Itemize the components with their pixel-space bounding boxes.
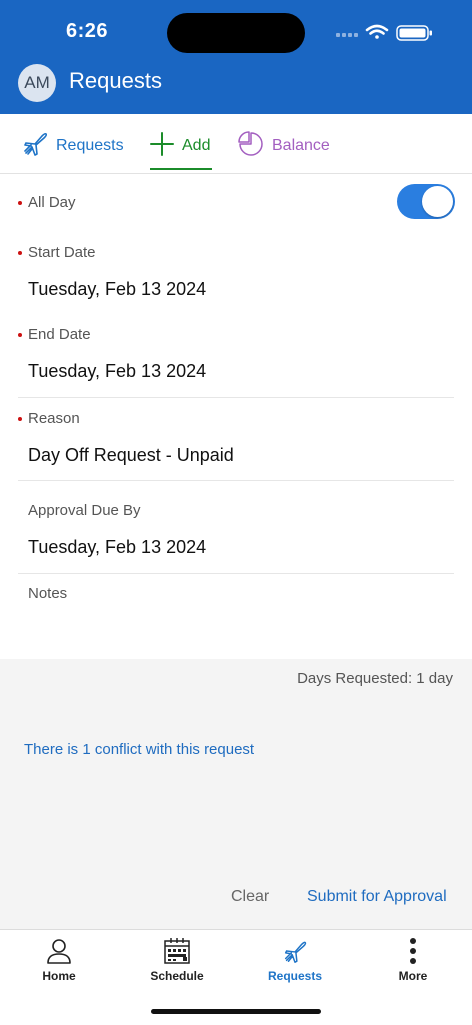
notes-input[interactable] [18, 606, 454, 654]
divider [18, 573, 454, 574]
signal-icon [336, 33, 358, 37]
plus-icon [150, 128, 174, 158]
tab-bar: Requests Add Balance [0, 114, 472, 174]
app-header: 6:26 AM Requests [0, 0, 472, 114]
tab-requests-label: Requests [56, 137, 124, 154]
days-requested: Days Requested: 1 day [297, 670, 453, 687]
all-day-label: All Day [28, 194, 76, 211]
airplane-icon [236, 937, 354, 965]
clear-button[interactable]: Clear [231, 888, 269, 906]
nav-more[interactable]: More [354, 930, 472, 990]
required-indicator [18, 333, 22, 337]
approval-due-field[interactable]: Tuesday, Feb 13 2024 [28, 537, 206, 558]
status-time: 6:26 [66, 20, 109, 42]
tab-add[interactable]: Add [150, 128, 212, 172]
battery-icon [396, 25, 432, 41]
submit-for-approval-button[interactable]: Submit for Approval [307, 888, 447, 906]
home-indicator [151, 1009, 321, 1014]
required-indicator [18, 201, 22, 205]
nav-schedule-label: Schedule [150, 969, 204, 983]
more-vertical-icon [354, 937, 472, 965]
nav-schedule[interactable]: Schedule [118, 930, 236, 990]
end-date-label: End Date [28, 326, 91, 343]
nav-requests-label: Requests [267, 969, 323, 983]
person-icon [0, 937, 118, 965]
nav-home-label: Home [42, 969, 76, 983]
tab-requests[interactable]: Requests [22, 128, 124, 172]
page-title: Requests [69, 68, 162, 93]
required-indicator [18, 417, 22, 421]
nav-more-label: More [398, 969, 428, 983]
airplane-icon [22, 128, 48, 158]
divider [18, 480, 454, 481]
tab-balance[interactable]: Balance [238, 128, 330, 172]
start-date-label: Start Date [28, 244, 96, 261]
divider [18, 397, 454, 398]
reason-label: Reason [28, 410, 80, 427]
approval-due-label: Approval Due By [28, 502, 141, 519]
all-day-toggle[interactable] [397, 184, 455, 219]
toggle-knob [422, 186, 453, 217]
conflict-link[interactable]: There is 1 conflict with this request [24, 741, 254, 758]
status-icons [336, 22, 436, 44]
nav-home[interactable]: Home [0, 930, 118, 990]
wifi-icon [365, 24, 389, 39]
pie-chart-icon [238, 128, 264, 158]
required-indicator [18, 251, 22, 255]
nav-requests[interactable]: Requests [236, 930, 354, 990]
notes-label: Notes [28, 585, 68, 602]
tab-add-label: Add [182, 137, 211, 154]
tab-add-underline [150, 168, 212, 170]
calendar-icon [118, 937, 236, 965]
end-date-field[interactable]: Tuesday, Feb 13 2024 [28, 361, 206, 382]
reason-field[interactable]: Day Off Request - Unpaid [28, 445, 234, 466]
tab-balance-label: Balance [272, 137, 330, 154]
dynamic-island [167, 13, 305, 53]
avatar[interactable]: AM [18, 64, 56, 102]
start-date-field[interactable]: Tuesday, Feb 13 2024 [28, 279, 206, 300]
